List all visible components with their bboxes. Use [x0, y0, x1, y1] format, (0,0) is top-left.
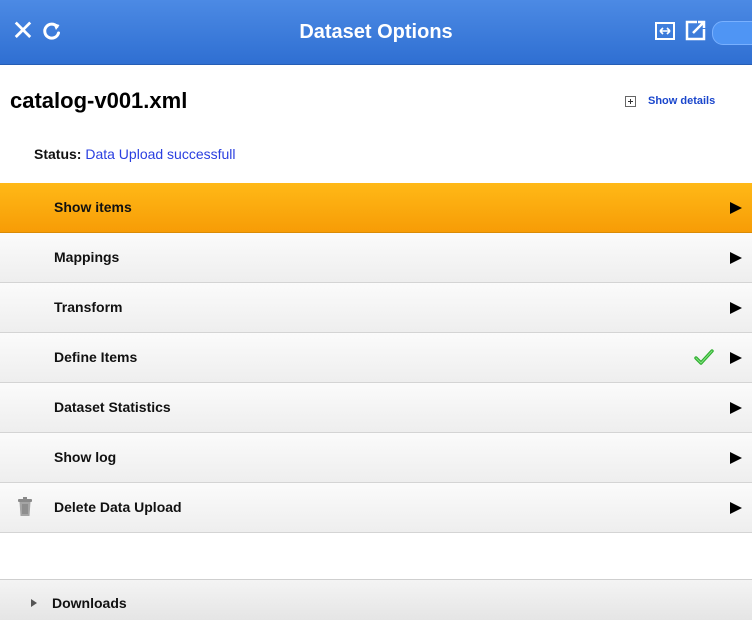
downloads-label: Downloads	[52, 595, 127, 611]
menu-item-label: Show items	[54, 199, 132, 215]
dataset-title: catalog-v001.xml	[10, 88, 188, 113]
menu-item-label: Dataset Statistics	[54, 399, 171, 415]
downloads-section[interactable]: Downloads	[0, 579, 752, 620]
chevron-right-icon	[730, 452, 742, 464]
chevron-right-icon	[730, 302, 742, 314]
chevron-right-icon	[730, 402, 742, 414]
trash-icon	[18, 497, 32, 516]
disclosure-arrow-icon[interactable]	[31, 599, 37, 607]
menu-item-label: Mappings	[54, 249, 120, 265]
expand-icon[interactable]	[655, 22, 675, 40]
window-title: Dataset Options	[299, 21, 453, 43]
menu-item-show-log[interactable]: Show log	[0, 433, 752, 483]
menu-item-label: Transform	[54, 299, 123, 315]
chevron-right-icon	[730, 352, 742, 364]
menu-item-label: Delete Data Upload	[54, 499, 182, 515]
menu-item-label: Show log	[54, 449, 117, 465]
menu-item-mappings[interactable]: Mappings	[0, 233, 752, 283]
chevron-right-icon	[730, 502, 742, 514]
options-menu: Show items Mappings Transform Define Ite…	[0, 183, 752, 533]
menu-item-dataset-statistics[interactable]: Dataset Statistics	[0, 383, 752, 433]
chevron-right-icon	[730, 252, 742, 264]
menu-item-define-items[interactable]: Define Items	[0, 333, 752, 383]
show-details-link[interactable]: Show details	[625, 95, 715, 107]
menu-item-delete-data-upload[interactable]: Delete Data Upload	[0, 483, 752, 533]
status-label: Status:	[34, 146, 82, 162]
status-line: Status: Data Upload successfull	[34, 146, 236, 162]
toggle-pill[interactable]	[712, 21, 752, 45]
status-value: Data Upload successfull	[85, 146, 236, 162]
show-details-label[interactable]: Show details	[648, 95, 715, 107]
checkmark-icon	[694, 349, 714, 365]
title-bar: ✕ Dataset Options	[0, 0, 752, 65]
chevron-right-icon	[730, 202, 742, 214]
menu-item-label: Define Items	[54, 349, 138, 365]
menu-item-show-items[interactable]: Show items	[0, 183, 752, 233]
expand-plus-icon[interactable]	[625, 95, 636, 107]
menu-item-transform[interactable]: Transform	[0, 283, 752, 333]
share-icon[interactable]	[684, 18, 708, 42]
